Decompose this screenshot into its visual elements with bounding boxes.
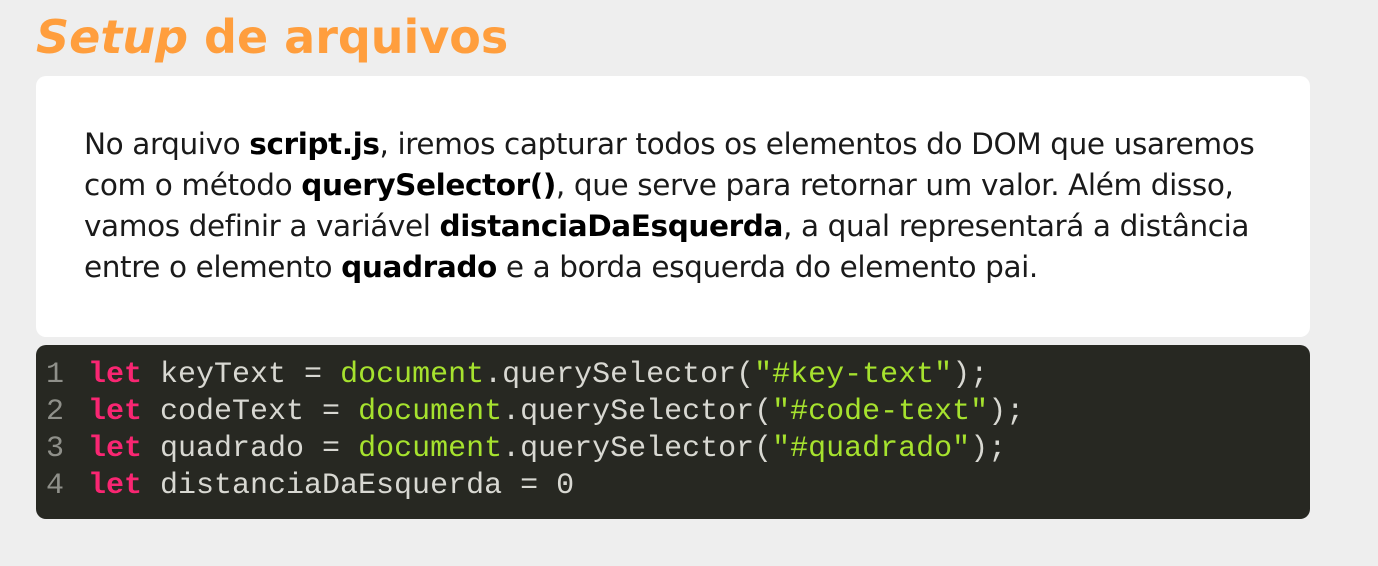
line-number: 1 bbox=[46, 358, 65, 392]
explanation-card: No arquivo script.js, iremos capturar to… bbox=[36, 76, 1310, 337]
bold-distancia-da-esquerda: distanciaDaEsquerda bbox=[439, 209, 784, 243]
keyword: let bbox=[88, 395, 143, 429]
bold-queryselector: querySelector() bbox=[301, 168, 556, 202]
code-identifier: quadrado = bbox=[142, 432, 359, 466]
line-number: 3 bbox=[46, 432, 65, 466]
code-string: "#code-text" bbox=[772, 395, 989, 429]
keyword: let bbox=[88, 469, 143, 503]
code-method: .querySelector( bbox=[502, 395, 773, 429]
section-title: Setup de arquivos bbox=[36, 8, 508, 66]
code-document: document bbox=[340, 358, 485, 392]
section-title-rest: de arquivos bbox=[188, 10, 509, 64]
paragraph-text-1: No arquivo bbox=[84, 127, 250, 161]
line-number: 4 bbox=[46, 469, 65, 503]
code-line: 2 let codeText = document.querySelector("… bbox=[36, 394, 1310, 431]
keyword: let bbox=[88, 358, 143, 392]
code-end: ); bbox=[988, 395, 1025, 429]
code-identifier: keyText = bbox=[142, 358, 341, 392]
line-number: 2 bbox=[46, 395, 65, 429]
code-end: ); bbox=[970, 432, 1007, 466]
paragraph-text-5: e a borda esquerda do elemento pai. bbox=[496, 250, 1038, 284]
explanation-paragraph: No arquivo script.js, iremos capturar to… bbox=[84, 124, 1274, 288]
code-method: .querySelector( bbox=[484, 358, 755, 392]
bold-script-js: script.js bbox=[249, 127, 380, 161]
code-string: "#quadrado" bbox=[772, 432, 971, 466]
code-method: .querySelector( bbox=[502, 432, 773, 466]
code-block[interactable]: 1 let keyText = document.querySelector("#… bbox=[36, 345, 1310, 519]
keyword: let bbox=[88, 432, 143, 466]
code-end: ); bbox=[952, 358, 989, 392]
code-document: document bbox=[358, 395, 503, 429]
section-title-italic: Setup bbox=[36, 10, 188, 64]
code-string: "#key-text" bbox=[754, 358, 953, 392]
bold-quadrado: quadrado bbox=[341, 250, 497, 284]
code-document: document bbox=[358, 432, 503, 466]
code-line: 3 let quadrado = document.querySelector("… bbox=[36, 431, 1310, 468]
code-identifier: codeText = bbox=[142, 395, 359, 429]
code-line: 1 let keyText = document.querySelector("#… bbox=[36, 357, 1310, 394]
code-line: 4 let distanciaDaEsquerda = 0 bbox=[36, 468, 1310, 505]
code-identifier: distanciaDaEsquerda = 0 bbox=[142, 469, 575, 503]
